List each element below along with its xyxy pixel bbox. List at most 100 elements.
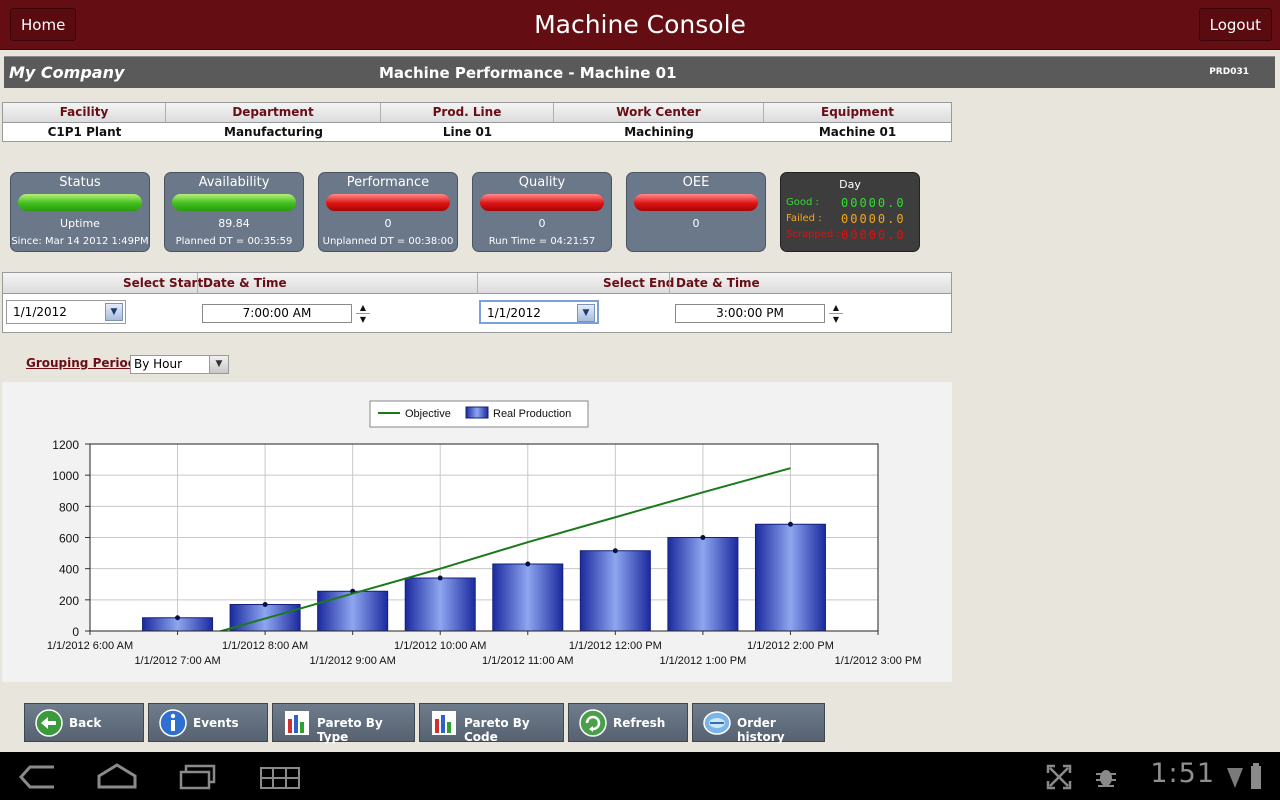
order-history-button[interactable]: Order history [692, 703, 825, 744]
bar-marker [612, 548, 618, 554]
department-header: Department [166, 103, 381, 122]
scrapped-value: 00000.0 [841, 228, 906, 242]
equipment-value: Machine 01 [818, 125, 897, 139]
performance-tile: Performance 0 Unplanned DT = 00:38:00 [318, 172, 458, 252]
signal-icon [1227, 768, 1243, 788]
start-datetime-label: Date & Time [203, 276, 287, 290]
tile-value: 0 [692, 217, 700, 230]
back-nav-icon[interactable] [18, 764, 56, 790]
legend-production-swatch [465, 406, 489, 419]
chevron-down-icon[interactable]: ▼ [105, 303, 123, 321]
pareto-by-type-button[interactable]: Pareto By Type [272, 703, 415, 744]
facility-header: Facility [3, 103, 166, 122]
tile-subtext: Run Time = 04:21:57 [488, 236, 596, 247]
grouping-period-label[interactable]: Grouping Period: [26, 356, 141, 370]
spin-down-icon[interactable]: ▼ [829, 313, 843, 325]
home-nav-icon[interactable] [96, 762, 138, 790]
logout-button[interactable]: Logout [1198, 8, 1272, 41]
end-time-spinner[interactable]: ▲ ▼ [829, 302, 843, 326]
x-tick-label: 1/1/2012 9:00 AM [310, 655, 396, 667]
day-title: Day [839, 178, 861, 191]
status-indicator [634, 194, 758, 211]
x-tick-label: 1/1/2012 6:00 AM [47, 640, 133, 652]
tile-name: Availability [198, 175, 270, 190]
bar-chart-icon [432, 711, 456, 735]
tile-value: 0 [384, 217, 392, 230]
spin-down-icon[interactable]: ▼ [356, 313, 370, 325]
grouping-period-select[interactable]: By Hour ▼ [130, 355, 229, 374]
select-start-label: Select Start [123, 276, 204, 290]
back-label: Back [69, 716, 102, 730]
tile-value: 0 [538, 217, 546, 230]
fullscreen-icon [1046, 764, 1072, 790]
app-title: Machine Console [534, 10, 746, 39]
status-tile: Status Uptime Since: Mar 14 2012 1:49PM [10, 172, 150, 252]
y-tick-label: 1200 [52, 438, 79, 452]
good-value: 00000.0 [841, 196, 906, 210]
info-icon [159, 709, 187, 737]
bar-marker [700, 535, 706, 540]
events-button[interactable]: Events [148, 703, 268, 742]
x-tick-label: 1/1/2012 1:00 PM [659, 655, 746, 667]
x-tick-label: 1/1/2012 3:00 PM [835, 655, 922, 667]
x-tick-label: 1/1/2012 12:00 PM [569, 640, 662, 652]
bar-chart-icon [285, 711, 309, 735]
refresh-label: Refresh [613, 716, 666, 730]
page-header-banner: My Company Machine Performance - Machine… [4, 56, 1275, 88]
status-indicator [480, 194, 604, 211]
x-tick-label: 1/1/2012 2:00 PM [747, 640, 834, 652]
top-bar: Home Machine Console Logout [0, 0, 1280, 50]
grouping-period-value: By Hour [134, 357, 183, 371]
status-indicator [326, 194, 450, 211]
chevron-down-icon[interactable]: ▼ [209, 356, 228, 373]
menu-grid-icon[interactable] [259, 766, 301, 790]
end-time-field[interactable]: 3:00:00 PM [675, 304, 825, 323]
equipment-info-table: Facility Department Prod. Line Work Cent… [2, 102, 952, 142]
chevron-down-icon[interactable]: ▼ [577, 304, 595, 322]
refresh-button[interactable]: Refresh [568, 703, 688, 742]
y-tick-label: 200 [59, 594, 79, 608]
select-end-label: Select End [603, 276, 675, 290]
start-date-combo[interactable]: 1/1/2012 ▼ [6, 300, 126, 324]
tile-name: Performance [346, 175, 430, 190]
bar [317, 590, 389, 632]
start-time-field[interactable]: 7:00:00 AM [202, 304, 352, 323]
bar-marker [437, 575, 443, 581]
prod-line-header: Prod. Line [381, 103, 554, 122]
y-tick-label: 0 [72, 625, 79, 639]
spin-up-icon[interactable]: ▲ [356, 302, 370, 313]
x-tick-label: 1/1/2012 11:00 AM [482, 655, 574, 667]
spin-up-icon[interactable]: ▲ [829, 302, 843, 313]
failed-value: 00000.0 [841, 212, 906, 226]
system-nav-bar: 1:51 [0, 752, 1280, 800]
order-history-icon [703, 711, 731, 735]
tile-value: 89.84 [218, 217, 250, 230]
debug-bug-icon [1096, 770, 1116, 787]
tile-value: Uptime [60, 217, 100, 230]
start-time-spinner[interactable]: ▲ ▼ [356, 302, 370, 326]
pareto-by-code-button[interactable]: Pareto By Code [419, 703, 564, 744]
bar-marker [262, 602, 268, 608]
oee-tile: OEE 0 [626, 172, 766, 252]
start-date-value: 1/1/2012 [13, 305, 67, 319]
good-label: Good : [786, 197, 819, 208]
back-button[interactable]: Back [24, 703, 144, 742]
recent-apps-icon[interactable] [178, 764, 218, 790]
work-center-header: Work Center [554, 103, 764, 122]
end-datetime-label: Date & Time [676, 276, 760, 290]
tile-name: Status [59, 175, 101, 190]
y-tick-label: 400 [59, 563, 79, 577]
bar [404, 577, 476, 632]
bar-marker [175, 615, 181, 621]
battery-icon [1251, 763, 1261, 789]
system-clock: 1:51 [1150, 758, 1215, 789]
order-history-label: Order history [737, 716, 785, 744]
bar [754, 523, 826, 632]
status-indicator [172, 194, 296, 211]
bar [667, 537, 739, 632]
status-indicator [18, 194, 142, 211]
x-tick-label: 1/1/2012 10:00 AM [394, 640, 486, 652]
bar-marker [525, 561, 531, 567]
end-date-combo[interactable]: 1/1/2012 ▼ [479, 300, 599, 324]
bar [579, 550, 651, 632]
